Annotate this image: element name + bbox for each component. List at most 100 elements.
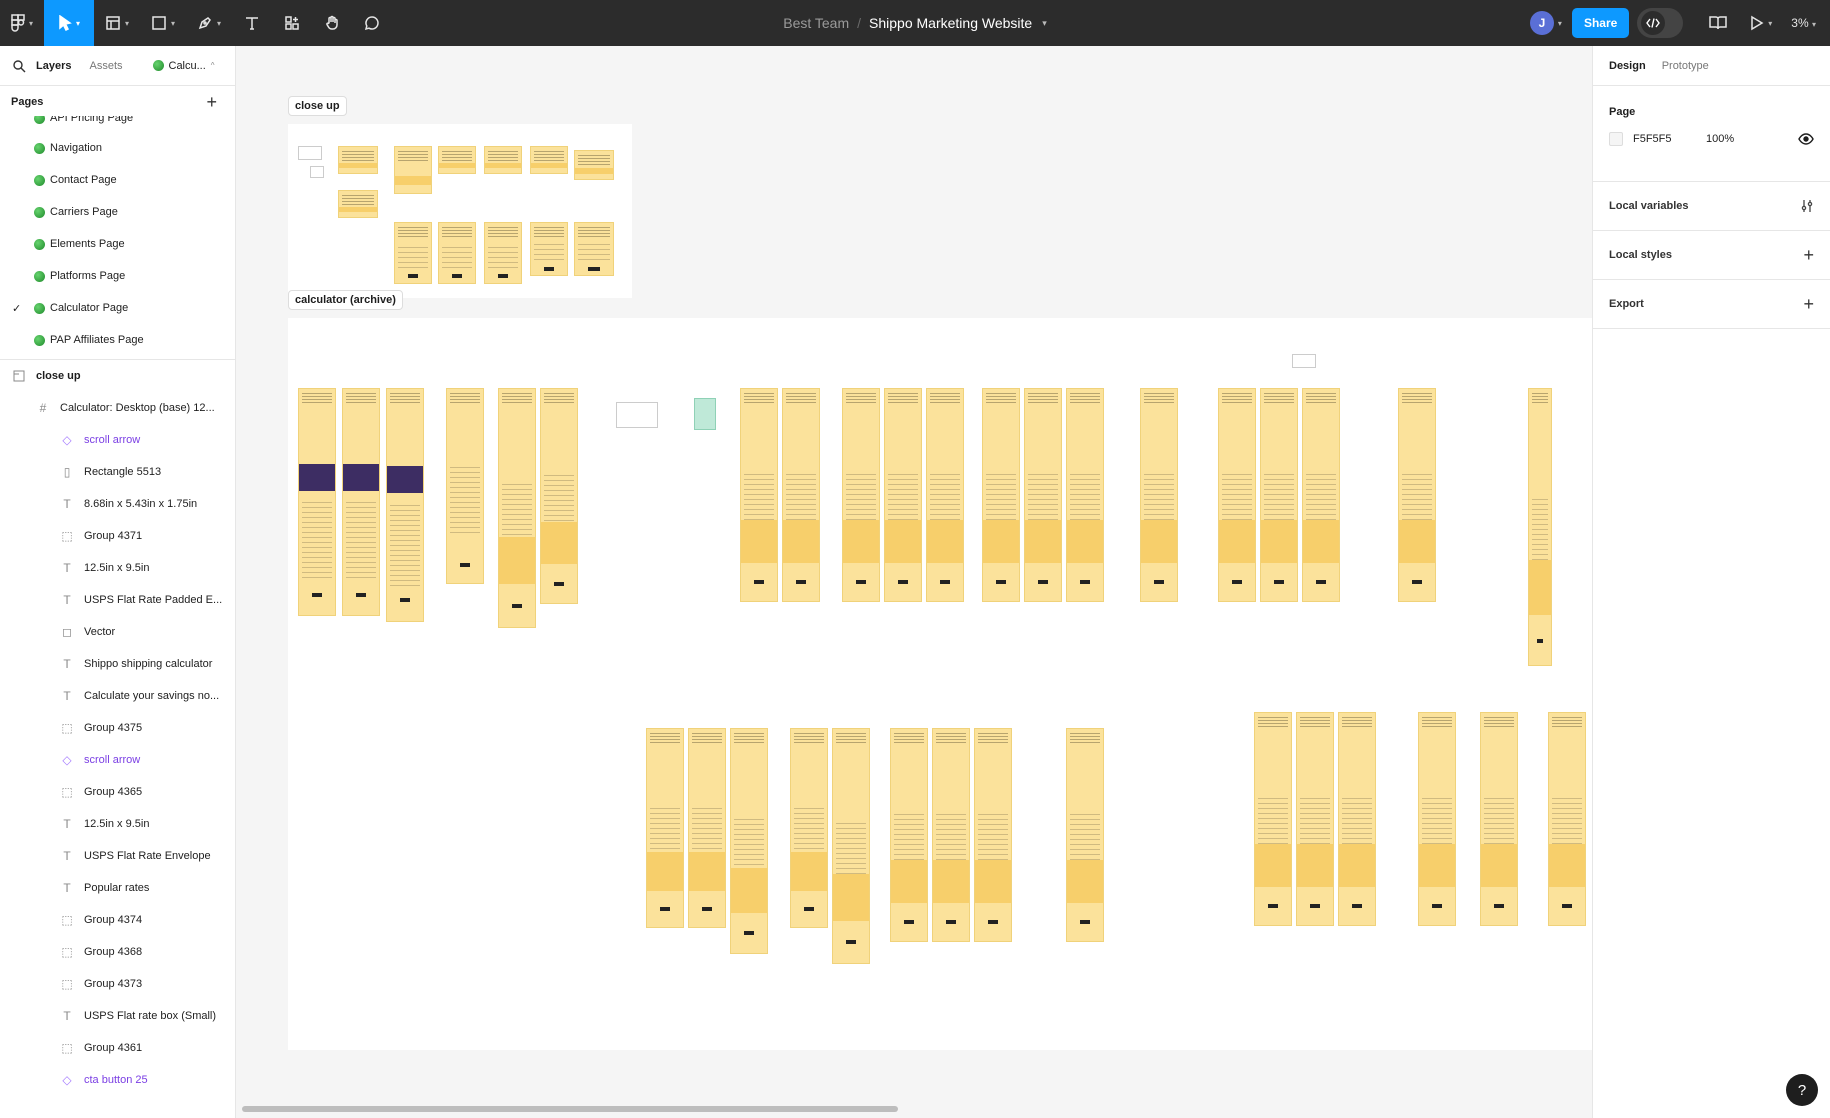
layer-group[interactable]: ⬚ Group 4374	[0, 904, 235, 936]
frame-tool-button[interactable]: ▾	[94, 0, 140, 46]
page-label: Carriers Page	[50, 206, 118, 218]
board	[832, 728, 870, 964]
help-button[interactable]: ?	[1786, 1074, 1818, 1106]
chevron-down-icon[interactable]: ▾	[1558, 19, 1562, 28]
board-thumb	[338, 190, 378, 218]
shape-tool-button[interactable]: ▾	[140, 0, 186, 46]
section-label-archive[interactable]: calculator (archive)	[288, 290, 403, 310]
variables-icon[interactable]	[1800, 199, 1814, 213]
tab-design[interactable]: Design	[1609, 60, 1646, 72]
board	[1260, 388, 1298, 602]
current-page-chip[interactable]: Calcu... ^	[152, 60, 215, 72]
layer-instance[interactable]: ◇ cta button 25	[0, 1064, 235, 1096]
library-button[interactable]	[1695, 0, 1741, 46]
group-icon: ⬚	[61, 913, 73, 927]
local-variables-row[interactable]: Local variables	[1593, 182, 1830, 231]
cursor-icon	[59, 15, 72, 31]
green-dot-icon	[34, 302, 45, 314]
layer-text[interactable]: T Calculate your savings no...	[0, 680, 235, 712]
layer-group[interactable]: ⬚ Group 4361	[0, 1032, 235, 1064]
page-item[interactable]: Navigation	[0, 132, 235, 164]
board	[884, 388, 922, 602]
layer-group[interactable]: ⬚ Group 4371	[0, 520, 235, 552]
tab-prototype[interactable]: Prototype	[1662, 60, 1709, 72]
avatar[interactable]: J	[1529, 11, 1554, 35]
chevron-down-icon: ▾	[75, 18, 80, 28]
chevron-down-icon[interactable]: ▾	[1042, 18, 1047, 29]
eye-icon[interactable]	[1798, 133, 1814, 145]
layer-rectangle[interactable]: ▯ Rectangle 5513	[0, 456, 235, 488]
page-color-value[interactable]: F5F5F5	[1633, 133, 1706, 145]
layer-vector[interactable]: ◻ Vector	[0, 616, 235, 648]
page-fill-row: F5F5F5 100%	[1609, 132, 1814, 146]
layer-text[interactable]: T 12.5in x 9.5in	[0, 808, 235, 840]
search-icon[interactable]	[12, 59, 26, 73]
page-item[interactable]: PAP Affiliates Page	[0, 324, 235, 356]
file-name[interactable]: Shippo Marketing Website	[869, 15, 1032, 31]
page-item[interactable]: Carriers Page	[0, 196, 235, 228]
dev-mode-toggle[interactable]	[1637, 8, 1684, 38]
page-opacity-value[interactable]: 100%	[1706, 133, 1734, 145]
board	[1296, 712, 1334, 926]
page-item[interactable]: API Pricing Page	[0, 116, 235, 132]
layer-instance[interactable]: ◇ scroll arrow	[0, 744, 235, 776]
local-styles-row[interactable]: Local styles +	[1593, 231, 1830, 280]
add-page-icon[interactable]: +	[206, 92, 217, 113]
hand-tool-button[interactable]	[312, 0, 352, 46]
breadcrumb-separator: /	[857, 15, 862, 31]
play-icon	[1751, 15, 1764, 31]
page-item[interactable]: Contact Page	[0, 164, 235, 196]
section-calculator-archive[interactable]	[288, 318, 1592, 1050]
chevron-down-icon: ▾	[124, 18, 129, 28]
text-tool-button[interactable]	[232, 0, 272, 46]
board	[1024, 388, 1062, 602]
pen-tool-button[interactable]: ▾	[186, 0, 232, 46]
board	[740, 388, 778, 602]
board	[446, 388, 484, 584]
layer-group[interactable]: ⬚ Group 4368	[0, 936, 235, 968]
layer-text[interactable]: T USPS Flat Rate Envelope	[0, 840, 235, 872]
layer-text[interactable]: T 8.68in x 5.43in x 1.75in	[0, 488, 235, 520]
zoom-level[interactable]: 3% ▾	[1791, 16, 1816, 30]
page-label: Elements Page	[50, 238, 125, 250]
layer-instance[interactable]: ◇ scroll arrow	[0, 424, 235, 456]
green-dot-icon	[34, 116, 45, 124]
layer-text[interactable]: T USPS Flat rate box (Small)	[0, 1000, 235, 1032]
text-icon: T	[63, 657, 71, 671]
text-icon	[246, 17, 258, 30]
add-style-icon[interactable]: +	[1803, 245, 1814, 266]
layer-group[interactable]: ⬚ Group 4375	[0, 712, 235, 744]
tab-layers[interactable]: Layers	[36, 60, 71, 72]
color-swatch[interactable]	[1609, 132, 1623, 146]
export-row[interactable]: Export +	[1593, 280, 1830, 329]
layer-text[interactable]: T Popular rates	[0, 872, 235, 904]
canvas[interactable]: close up calculator (archive)	[236, 46, 1592, 1118]
chevron-down-icon: ▾	[1768, 18, 1773, 28]
layer-text[interactable]: T USPS Flat Rate Padded E...	[0, 584, 235, 616]
mini-table	[616, 402, 658, 428]
resources-tool-button[interactable]	[272, 0, 312, 46]
page-item[interactable]: Platforms Page	[0, 260, 235, 292]
page-item-active[interactable]: ✓ Calculator Page	[0, 292, 235, 324]
horizontal-scrollbar[interactable]	[242, 1106, 898, 1112]
layer-section[interactable]: close up	[0, 360, 235, 392]
main-menu-button[interactable]: ▾	[0, 0, 44, 46]
tab-assets[interactable]: Assets	[89, 60, 122, 72]
comment-tool-button[interactable]	[352, 0, 392, 46]
layer-group[interactable]: ⬚ Group 4365	[0, 776, 235, 808]
layer-frame[interactable]: # Calculator: Desktop (base) 12...	[0, 392, 235, 424]
move-tool-button[interactable]: ▾	[44, 0, 94, 46]
layer-label: scroll arrow	[84, 754, 141, 766]
present-button[interactable]: ▾	[1741, 0, 1781, 46]
section-close-up[interactable]	[288, 124, 632, 298]
page-item[interactable]: Elements Page	[0, 228, 235, 260]
section-label-close-up[interactable]: close up	[288, 96, 347, 116]
layer-label: Group 4374	[84, 914, 143, 926]
layer-text[interactable]: T Shippo shipping calculator	[0, 648, 235, 680]
add-export-icon[interactable]: +	[1803, 294, 1814, 315]
pages-title: Pages	[11, 96, 44, 108]
layer-group[interactable]: ⬚ Group 4373	[0, 968, 235, 1000]
layer-text[interactable]: T 12.5in x 9.5in	[0, 552, 235, 584]
share-button[interactable]: Share	[1571, 8, 1630, 38]
breadcrumb-team[interactable]: Best Team	[783, 15, 849, 31]
